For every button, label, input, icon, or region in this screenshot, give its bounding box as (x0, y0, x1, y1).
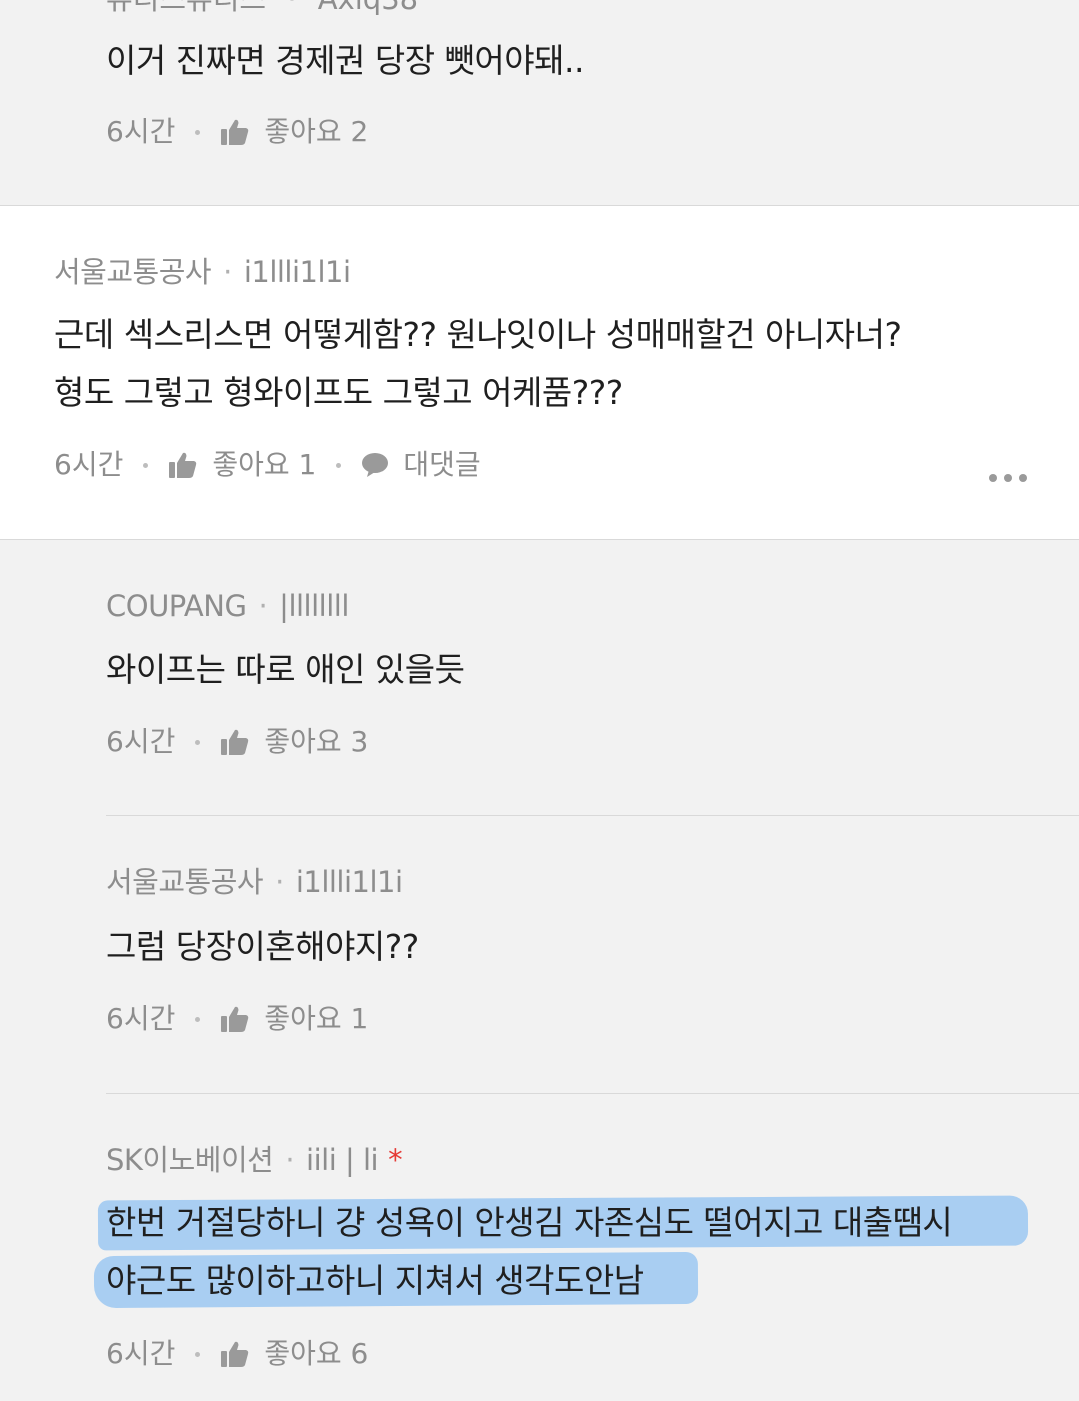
thumbs-up-icon (221, 1341, 249, 1367)
like-label: 좋아요 2 (264, 115, 369, 148)
separator-dot (143, 462, 149, 468)
reply-time: 6시간 (106, 1337, 176, 1370)
like-label: 좋아요 3 (264, 725, 369, 758)
reply-label: 대댓글 (403, 448, 481, 481)
comment-card: 뷰티스뷰티스 · Axiq38 이거 진짜면 경제권 당장 뺏어야돼.. 6시간… (0, 0, 1079, 205)
reply-actions: 6시간 좋아요 6 (106, 1336, 368, 1372)
reply-text-line: 와이프는 따로 애인 있을듯 (106, 650, 465, 689)
like-label: 좋아요 1 (212, 448, 317, 481)
comment-meta: 서울교통공사 · i1llli1l1i (54, 255, 351, 289)
comment-card: 서울교통공사 · i1llli1l1i 근데 섹스리스면 어떻게함?? 원나잇이나 … (0, 206, 1079, 539)
comment-meta: 뷰티스뷰티스 · Axiq38 (106, 0, 418, 18)
reply-meta: COUPANG · |llllllll (106, 589, 349, 623)
reply-card: 서울교통공사 · i1llli1l1i 그럼 당장이혼해야지?? 6시간 좋아요 1 (0, 816, 1079, 1093)
reply-meta: SK이노베이션 · iili | li * (106, 1143, 403, 1177)
reply-company[interactable]: COUPANG (106, 589, 247, 623)
comment-nickname[interactable]: i1llli1l1i (244, 255, 351, 289)
like-label: 좋아요 1 (264, 1002, 369, 1035)
comment-feed: 뷰티스뷰티스 · Axiq38 이거 진짜면 경제권 당장 뺏어야돼.. 6시간… (0, 0, 1079, 1401)
thumbs-up-icon (221, 1006, 249, 1032)
like-label: 좋아요 6 (264, 1337, 369, 1370)
comment-text-line: 근데 섹스리스면 어떻게함?? 원나잇이나 성매매할건 아니자너? (54, 315, 902, 354)
like-button[interactable]: 좋아요 1 (168, 447, 316, 483)
comment-time: 6시간 (106, 115, 176, 148)
reply-time: 6시간 (106, 1002, 176, 1035)
comment-text-line: 형도 그렇고 형와이프도 그렇고 어케품??? (54, 373, 623, 412)
like-button[interactable]: 좋아요 6 (220, 1336, 368, 1372)
like-button[interactable]: 좋아요 2 (220, 114, 368, 150)
separator-dot (195, 1351, 201, 1357)
reply-nickname[interactable]: |llllllll (279, 589, 349, 623)
thumbs-up-icon (221, 729, 249, 755)
reply-card: COUPANG · |llllllll 와이프는 따로 애인 있을듯 6시간 좋아요… (0, 540, 1079, 815)
comment-company[interactable]: 뷰티스뷰티스 (106, 0, 266, 16)
reply-card: SK이노베이션 · iili | li * 한번 거절당하니 걍 성욕이 안생김 자존… (0, 1094, 1079, 1401)
comment-actions: 6시간 좋아요 1 대댓글 (54, 447, 481, 483)
reply-nickname[interactable]: iili | li (306, 1143, 379, 1177)
reply-meta: 서울교통공사 · i1llli1l1i (106, 865, 403, 899)
thumbs-up-icon (221, 119, 249, 145)
more-dots-icon[interactable] (989, 474, 1027, 482)
reply-text-line: 야근도 많이하고하니 지쳐서 생각도안남 (106, 1261, 644, 1300)
comment-company[interactable]: 서울교통공사 (54, 255, 212, 289)
comment-actions: 6시간 좋아요 2 (106, 114, 368, 150)
reply-actions: 6시간 좋아요 1 (106, 1001, 368, 1037)
reply-company[interactable]: 서울교통공사 (106, 865, 264, 899)
separator-dot (336, 462, 342, 468)
reply-actions: 6시간 좋아요 3 (106, 724, 368, 760)
comment-body: 이거 진짜면 경제권 당장 뺏어야돼.. (106, 32, 584, 90)
comment-body: 근데 섹스리스면 어떻게함?? 원나잇이나 성매매할건 아니자너? 형도 그렇고… (54, 306, 902, 422)
thumbs-up-icon (169, 452, 197, 478)
dot (989, 474, 997, 482)
dot (1004, 474, 1012, 482)
separator-dot (195, 129, 201, 135)
reply-body: 와이프는 따로 애인 있을듯 (106, 641, 465, 699)
reply-time: 6시간 (106, 725, 176, 758)
like-button[interactable]: 좋아요 3 (220, 724, 368, 760)
reply-body: 한번 거절당하니 걍 성욕이 안생김 자존심도 떨어지고 대출땜시 야근도 많이… (106, 1194, 953, 1310)
reply-nickname[interactable]: i1llli1l1i (296, 865, 403, 899)
comment-nickname[interactable]: Axiq38 (318, 0, 418, 16)
comment-text-line: 이거 진짜면 경제권 당장 뺏어야돼.. (106, 41, 584, 80)
comment-time: 6시간 (54, 448, 124, 481)
separator-dot (195, 739, 201, 745)
reply-body: 그럼 당장이혼해야지?? (106, 918, 419, 976)
dot (1019, 474, 1027, 482)
reply-text-line: 한번 거절당하니 걍 성욕이 안생김 자존심도 떨어지고 대출땜시 (106, 1203, 953, 1242)
speech-bubble-icon (362, 453, 389, 477)
like-button[interactable]: 좋아요 1 (220, 1001, 368, 1037)
reply-button[interactable]: 대댓글 (361, 447, 481, 483)
reply-text-line: 그럼 당장이혼해야지?? (106, 927, 419, 966)
reply-company[interactable]: SK이노베이션 (106, 1143, 274, 1177)
asterisk-mark: * (388, 1143, 403, 1177)
separator-dot (195, 1016, 201, 1022)
